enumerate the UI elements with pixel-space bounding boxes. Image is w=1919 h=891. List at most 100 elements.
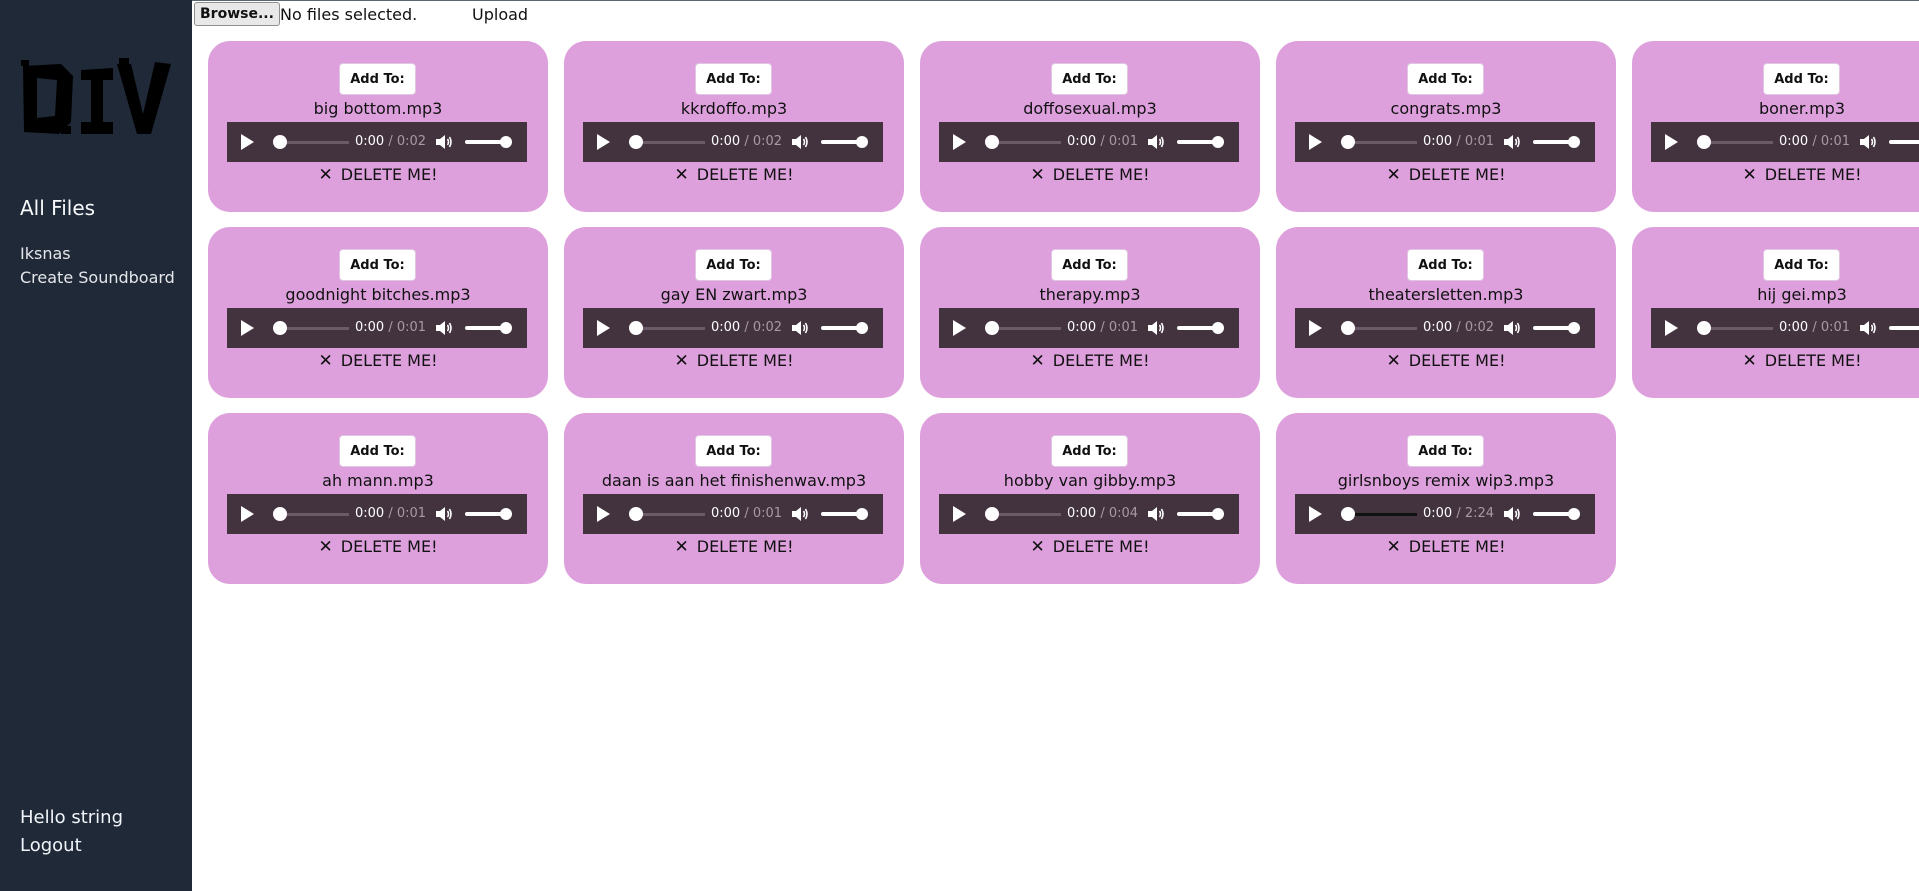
delete-button[interactable]: ✕ DELETE ME! [208,351,548,371]
seek-thumb[interactable] [273,507,287,521]
delete-button[interactable]: ✕ DELETE ME! [564,351,904,371]
browse-button[interactable]: Browse... [194,2,280,26]
volume-icon[interactable] [1503,134,1521,150]
delete-button[interactable]: ✕ DELETE ME! [920,537,1260,557]
delete-button[interactable]: ✕ DELETE ME! [1276,351,1616,371]
add-to-button[interactable]: Add To: [1051,63,1128,95]
volume-icon[interactable] [1147,506,1165,522]
volume-thumb[interactable] [856,508,868,520]
delete-button[interactable]: ✕ DELETE ME! [564,537,904,557]
seek-bar[interactable] [991,513,1061,516]
play-icon[interactable] [1665,320,1678,336]
add-to-button[interactable]: Add To: [1051,249,1128,281]
play-icon[interactable] [597,320,610,336]
seek-thumb[interactable] [1341,507,1355,521]
add-to-button[interactable]: Add To: [339,249,416,281]
volume-thumb[interactable] [1568,322,1580,334]
seek-bar[interactable] [991,141,1061,144]
delete-button[interactable]: ✕ DELETE ME! [1632,351,1919,371]
play-icon[interactable] [1309,320,1322,336]
seek-thumb[interactable] [1341,135,1355,149]
volume-thumb[interactable] [856,136,868,148]
play-icon[interactable] [241,506,254,522]
play-icon[interactable] [953,320,966,336]
logout-link[interactable]: Logout [20,835,82,856]
add-to-button[interactable]: Add To: [695,435,772,467]
play-icon[interactable] [953,134,966,150]
seek-thumb[interactable] [629,135,643,149]
seek-bar[interactable] [1703,141,1773,144]
seek-thumb[interactable] [629,321,643,335]
seek-thumb[interactable] [985,321,999,335]
seek-thumb[interactable] [273,321,287,335]
add-to-button[interactable]: Add To: [1763,63,1840,95]
play-icon[interactable] [1309,506,1322,522]
add-to-button[interactable]: Add To: [1407,249,1484,281]
seek-bar[interactable] [279,327,349,330]
upload-button[interactable]: Upload [472,5,528,24]
play-icon[interactable] [597,134,610,150]
seek-bar[interactable] [991,327,1061,330]
seek-bar[interactable] [279,141,349,144]
add-to-button[interactable]: Add To: [695,249,772,281]
play-icon[interactable] [953,506,966,522]
delete-button[interactable]: ✕ DELETE ME! [564,165,904,185]
seek-bar[interactable] [1347,141,1417,144]
volume-icon[interactable] [1859,320,1877,336]
volume-icon[interactable] [435,320,453,336]
delete-button[interactable]: ✕ DELETE ME! [920,351,1260,371]
seek-bar[interactable] [1703,327,1773,330]
play-icon[interactable] [241,134,254,150]
play-icon[interactable] [1309,134,1322,150]
volume-icon[interactable] [1503,506,1521,522]
seek-thumb[interactable] [629,507,643,521]
delete-button[interactable]: ✕ DELETE ME! [1276,537,1616,557]
volume-thumb[interactable] [856,322,868,334]
volume-icon[interactable] [1147,320,1165,336]
volume-thumb[interactable] [1212,508,1224,520]
seek-thumb[interactable] [985,135,999,149]
play-icon[interactable] [597,506,610,522]
delete-button[interactable]: ✕ DELETE ME! [1632,165,1919,185]
volume-icon[interactable] [791,134,809,150]
volume-icon[interactable] [435,134,453,150]
seek-thumb[interactable] [1697,321,1711,335]
volume-icon[interactable] [1503,320,1521,336]
volume-icon[interactable] [435,506,453,522]
seek-bar[interactable] [1347,327,1417,330]
volume-icon[interactable] [1147,134,1165,150]
seek-thumb[interactable] [1341,321,1355,335]
add-to-button[interactable]: Add To: [1407,435,1484,467]
sidebar-item-create-soundboard[interactable]: Create Soundboard [20,268,175,287]
volume-thumb[interactable] [1568,508,1580,520]
seek-thumb[interactable] [273,135,287,149]
volume-slider[interactable] [1889,140,1919,144]
delete-button[interactable]: ✕ DELETE ME! [208,537,548,557]
seek-bar[interactable] [1347,513,1417,516]
volume-thumb[interactable] [500,136,512,148]
volume-thumb[interactable] [500,322,512,334]
add-to-button[interactable]: Add To: [1763,249,1840,281]
seek-bar[interactable] [635,513,705,516]
seek-thumb[interactable] [1697,135,1711,149]
volume-icon[interactable] [791,320,809,336]
add-to-button[interactable]: Add To: [695,63,772,95]
seek-bar[interactable] [635,327,705,330]
add-to-button[interactable]: Add To: [1407,63,1484,95]
volume-icon[interactable] [791,506,809,522]
nav-all-files[interactable]: All Files [20,196,95,220]
volume-thumb[interactable] [500,508,512,520]
delete-button[interactable]: ✕ DELETE ME! [1276,165,1616,185]
volume-icon[interactable] [1859,134,1877,150]
add-to-button[interactable]: Add To: [339,435,416,467]
sidebar-item-iksnas[interactable]: Iksnas [20,244,71,263]
play-icon[interactable] [1665,134,1678,150]
seek-thumb[interactable] [985,507,999,521]
play-icon[interactable] [241,320,254,336]
volume-thumb[interactable] [1212,322,1224,334]
delete-button[interactable]: ✕ DELETE ME! [208,165,548,185]
seek-bar[interactable] [635,141,705,144]
seek-bar[interactable] [279,513,349,516]
volume-slider[interactable] [1889,326,1919,330]
volume-thumb[interactable] [1568,136,1580,148]
